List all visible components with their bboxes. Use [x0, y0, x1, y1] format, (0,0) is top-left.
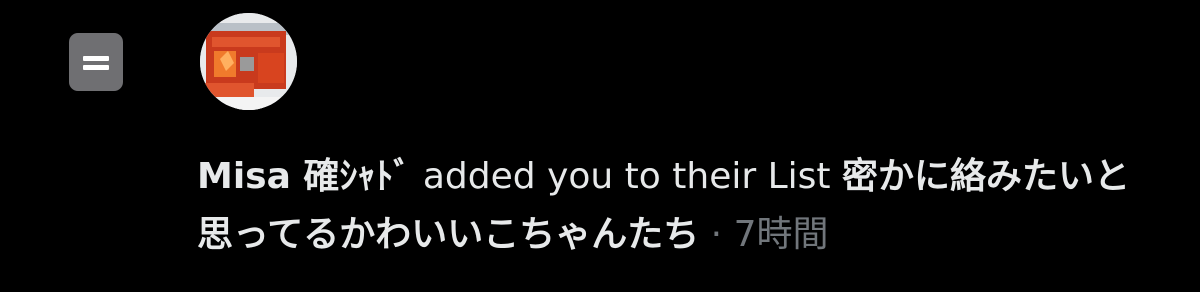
action-text: added you to their List — [422, 156, 831, 197]
timestamp: 7時間 — [733, 214, 829, 255]
user-avatar[interactable] — [200, 13, 297, 110]
user-name[interactable]: Misa 確ｼｬﾄﾞ — [197, 156, 411, 197]
notification-text: Misa 確ｼｬﾄﾞ added you to their List 密かに絡み… — [197, 148, 1157, 264]
separator: · — [710, 214, 723, 255]
list-added-notification[interactable]: Misa 確ｼｬﾄﾞ added you to their List 密かに絡み… — [0, 0, 1200, 292]
list-icon — [69, 33, 123, 91]
avatar-image — [200, 13, 297, 110]
